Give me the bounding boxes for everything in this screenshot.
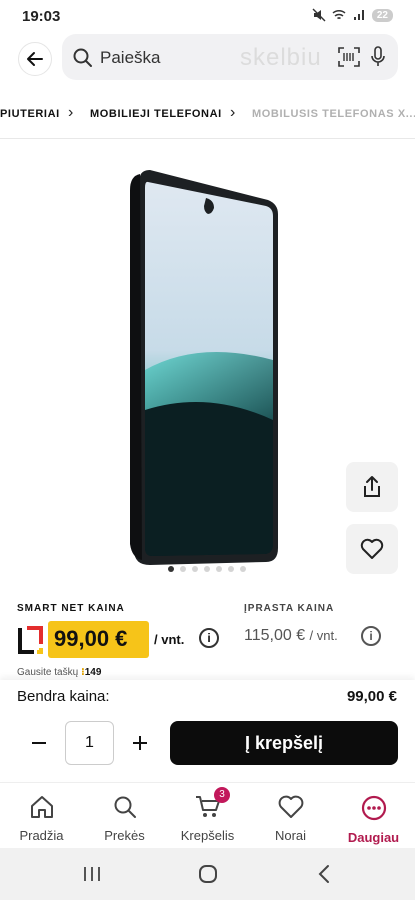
share-button[interactable] (346, 462, 398, 512)
back-button[interactable] (18, 42, 52, 76)
chevron-right-icon: › (68, 104, 74, 121)
battery-icon: 22 (371, 8, 393, 22)
status-icons: 22 (312, 8, 393, 22)
smart-price: 99,00 € (48, 621, 149, 658)
heart-icon (360, 538, 384, 559)
gallery-dot[interactable] (168, 566, 174, 572)
wifi-icon (332, 9, 346, 20)
plus-icon (133, 736, 147, 750)
search-bar[interactable]: Paieška skelbiu (62, 34, 398, 80)
nav-label: Krepšelis (180, 828, 235, 843)
nav-item-products[interactable]: Prekės (83, 795, 166, 843)
barcode-scan-icon[interactable] (338, 47, 360, 67)
nav-label: Prekės (104, 828, 145, 843)
nav-item-cart[interactable]: 3 Krepšelis (166, 787, 249, 843)
product-page: 19:03 22 Paieška skelbiu PIUTERIAI › MOB… (0, 0, 415, 900)
total-label: Bendra kaina: (17, 688, 110, 705)
nav-item-more[interactable]: Daugiau (332, 795, 415, 845)
purchase-panel: Bendra kaina: 99,00 € 1 Į krepšelį (0, 680, 415, 780)
gallery-dot[interactable] (240, 566, 246, 572)
gallery-dot[interactable] (216, 566, 222, 572)
info-icon[interactable]: i (361, 626, 381, 646)
add-to-cart-button[interactable]: Į krepšelį (170, 721, 398, 765)
total-value: 99,00 € (346, 688, 397, 705)
chevron-right-icon: › (230, 104, 236, 121)
more-icon (361, 795, 386, 821)
mute-icon (312, 8, 326, 22)
header-divider (0, 138, 415, 139)
wishlist-button[interactable] (346, 524, 398, 574)
nav-item-wishlist[interactable]: Norai (249, 795, 332, 843)
status-bar: 19:03 22 (0, 0, 415, 32)
gallery-dot[interactable] (204, 566, 210, 572)
regular-price: 115,00 € / vnt. (244, 627, 338, 644)
breadcrumb: PIUTERIAI › MOBILIEJI TELEFONAI › MOBILU… (0, 100, 415, 130)
nav-item-home[interactable]: Pradžia (0, 795, 83, 843)
search-icon (73, 48, 92, 67)
recent-apps-icon[interactable] (82, 865, 102, 883)
minus-icon (32, 742, 46, 744)
points-info: Gausite taškų ⁝149 (17, 667, 102, 678)
smart-price-label: SMART NET KAINA (17, 603, 125, 614)
signal-icon (353, 10, 364, 20)
gallery-dot[interactable] (180, 566, 186, 572)
share-icon (364, 476, 380, 497)
nav-label: Daugiau (347, 830, 400, 845)
search-icon (114, 796, 136, 818)
gallery-dots (168, 566, 246, 572)
bottom-nav: Pradžia Prekės 3 Krepšelis Norai Daugiau (0, 782, 415, 848)
cart-count-badge: 3 (214, 787, 230, 803)
home-button-icon[interactable] (198, 864, 218, 884)
decrease-quantity-button[interactable] (17, 721, 61, 765)
skelbiu-watermark: skelbiu (240, 44, 322, 71)
status-time: 19:03 (22, 8, 61, 25)
gallery-dot[interactable] (228, 566, 234, 572)
microphone-icon[interactable] (370, 46, 386, 68)
gallery-dot[interactable] (192, 566, 198, 572)
smart-price-unit: / vnt. (154, 632, 185, 647)
increase-quantity-button[interactable] (118, 721, 162, 765)
nav-label: Norai (274, 828, 307, 843)
system-nav-bar (0, 848, 415, 900)
heart-icon (278, 795, 303, 818)
home-icon (30, 796, 53, 818)
regular-price-label: ĮPRASTA KAINA (244, 603, 335, 614)
back-nav-icon[interactable] (316, 864, 332, 884)
breadcrumb-item-computers[interactable]: PIUTERIAI (0, 108, 60, 120)
arrow-left-icon (27, 52, 43, 66)
breadcrumb-item-current: MOBILUSIS TELEFONAS X... (252, 108, 415, 120)
info-icon[interactable]: i (199, 628, 219, 648)
quantity-input[interactable]: 1 (65, 721, 114, 765)
breadcrumb-item-mobile-phones[interactable]: MOBILIEJI TELEFONAI (90, 108, 222, 120)
search-input[interactable]: Paieška (100, 48, 160, 68)
product-image[interactable] (128, 170, 278, 565)
nav-label: Pradžia (19, 828, 64, 843)
smart-net-logo-icon (18, 626, 43, 654)
